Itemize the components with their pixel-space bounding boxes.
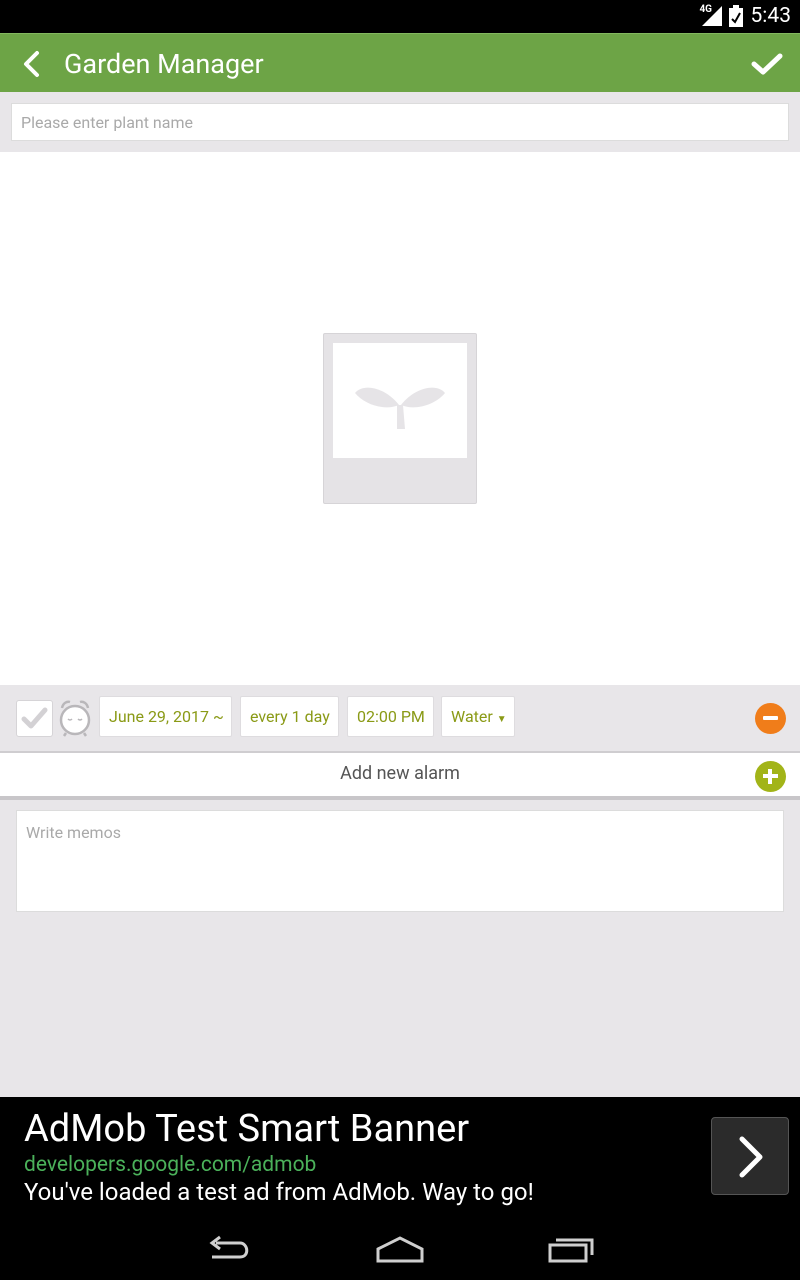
page-title: Garden Manager (64, 48, 264, 80)
alarm-row: June 29, 2017 ~ every 1 day 02:00 PM Wat… (0, 685, 800, 751)
clock-time: 5:43 (750, 4, 792, 28)
ad-body: You've loaded a test ad from AdMob. Way … (24, 1178, 534, 1206)
divider (0, 796, 800, 800)
back-icon[interactable] (206, 1235, 254, 1265)
alarm-frequency[interactable]: every 1 day (240, 696, 339, 737)
photo-inner (333, 343, 467, 458)
dropdown-arrow-icon: ▼ (496, 714, 507, 725)
battery-icon (729, 5, 743, 27)
ad-open-button[interactable] (711, 1117, 789, 1195)
remove-alarm-button[interactable] (755, 703, 786, 734)
alarm-clock-icon (59, 700, 91, 737)
recent-apps-icon[interactable] (546, 1235, 596, 1265)
plant-name-input[interactable] (11, 103, 789, 141)
alarm-enabled-checkbox[interactable] (16, 700, 53, 737)
ad-title: AdMob Test Smart Banner (24, 1107, 470, 1151)
signal-icon (702, 6, 722, 26)
back-arrow-icon[interactable] (20, 50, 44, 78)
plant-name-section (0, 92, 800, 152)
alarm-type-value: Water (451, 707, 493, 726)
chevron-right-icon (739, 1136, 763, 1178)
navigation-bar (0, 1219, 800, 1280)
add-alarm-label: Add new alarm (340, 763, 460, 784)
check-icon[interactable] (750, 50, 784, 78)
memo-field[interactable] (16, 810, 784, 912)
add-alarm-button[interactable] (755, 761, 786, 792)
alarm-start-date[interactable]: June 29, 2017 ~ (99, 696, 232, 737)
photo-area (0, 152, 800, 685)
app-bar: Garden Manager (0, 33, 800, 92)
check-icon (21, 707, 48, 729)
sprout-icon (355, 387, 445, 429)
status-bar: 4G 5:43 (0, 0, 800, 33)
home-icon[interactable] (374, 1235, 426, 1265)
alarm-time[interactable]: 02:00 PM (347, 696, 434, 737)
alarm-type-select[interactable]: Water ▼ (441, 696, 515, 737)
ad-banner[interactable]: AdMob Test Smart Banner developers.googl… (0, 1097, 800, 1219)
add-alarm-row[interactable]: Add new alarm (0, 753, 800, 796)
photo-placeholder[interactable] (323, 333, 477, 504)
ad-url: developers.google.com/admob (24, 1153, 317, 1177)
